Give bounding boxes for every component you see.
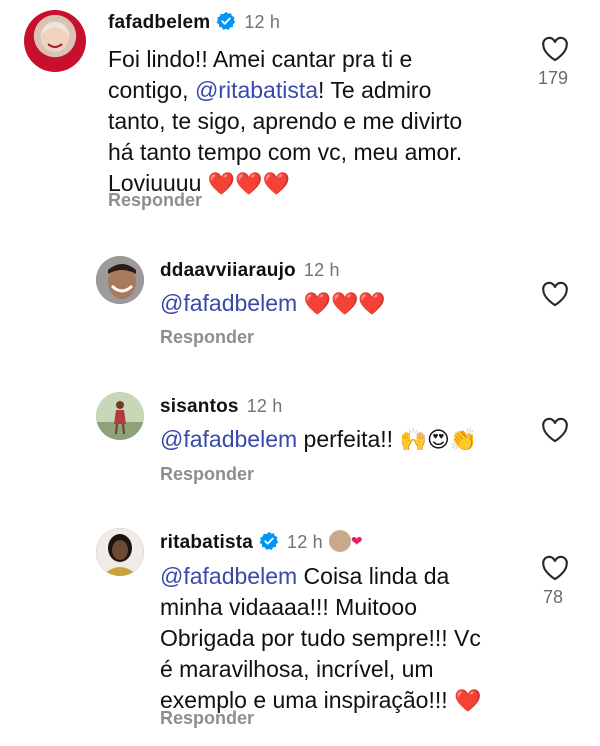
like-count[interactable]: 78 [538,587,568,608]
comment-text: Foi lindo!! Amei cantar pra ti e contigo… [108,46,463,196]
liked-by-author-avatar [328,530,351,552]
like-button[interactable] [540,417,570,443]
avatar[interactable] [96,256,144,304]
comment-username[interactable]: ritabatista 12 h ❤ [160,530,363,554]
avatar-photo [96,392,144,440]
heart-outline-icon [542,281,568,307]
reply-button[interactable]: Responder [160,327,254,348]
reply-button[interactable]: Responder [108,190,202,211]
comment-username[interactable]: ddaavviiaraujo 12 h [160,260,340,282]
mention-link[interactable]: @fafadbelem [160,290,297,316]
heart-outline-icon [542,555,568,581]
mention-link[interactable]: @fafadbelem [160,426,297,452]
username-text[interactable]: sisantos [160,396,239,417]
comment-text: @fafadbelem perfeita!! 🙌😍👏 [160,426,478,452]
comment-time: 12 h [246,396,283,416]
like-count[interactable]: 179 [538,68,568,89]
comment-text: @fafadbelem ❤️❤️❤️ [160,288,530,319]
reply-button[interactable]: Responder [160,708,254,729]
mention-link[interactable]: @fafadbelem [160,563,297,589]
avatar-photo [96,256,144,304]
reply-button[interactable]: Responder [160,464,254,485]
liked-by-author-heart-icon: ❤ [350,532,363,549]
avatar-photo [96,528,144,576]
reaction-emojis: 🙌😍👏 [399,427,478,452]
heart-outline-icon [542,36,568,62]
comment-text: @fafadbelem Coisa linda da minha vidaaaa… [160,563,482,713]
comment-username[interactable]: fafadbelem 12 h [108,11,281,34]
verified-badge-icon [259,531,279,551]
like-button[interactable]: 179 [538,36,570,89]
avatar-photo [41,22,69,52]
comment-time: 12 h [303,260,340,280]
username-text[interactable]: ddaavviiaraujo [160,260,296,281]
avatar[interactable] [96,528,144,576]
username-text[interactable]: ritabatista [160,532,253,553]
comment-time: 12 h [287,532,323,553]
heart-outline-icon [542,417,568,443]
avatar[interactable] [24,10,86,72]
mention-link[interactable]: @ritabatista [195,77,318,103]
like-button[interactable] [540,281,570,307]
heart-emoji: ❤️ [454,688,482,713]
comment-username[interactable]: sisantos 12 h [160,396,283,418]
verified-badge-icon [216,11,236,31]
heart-emoji: ❤️❤️❤️ [207,171,290,196]
username-text[interactable]: fafadbelem [108,12,210,33]
heart-emoji: ❤️❤️❤️ [303,291,386,316]
comment-time: 12 h [244,12,281,32]
avatar[interactable] [96,392,144,440]
like-button[interactable]: 78 [540,555,570,608]
